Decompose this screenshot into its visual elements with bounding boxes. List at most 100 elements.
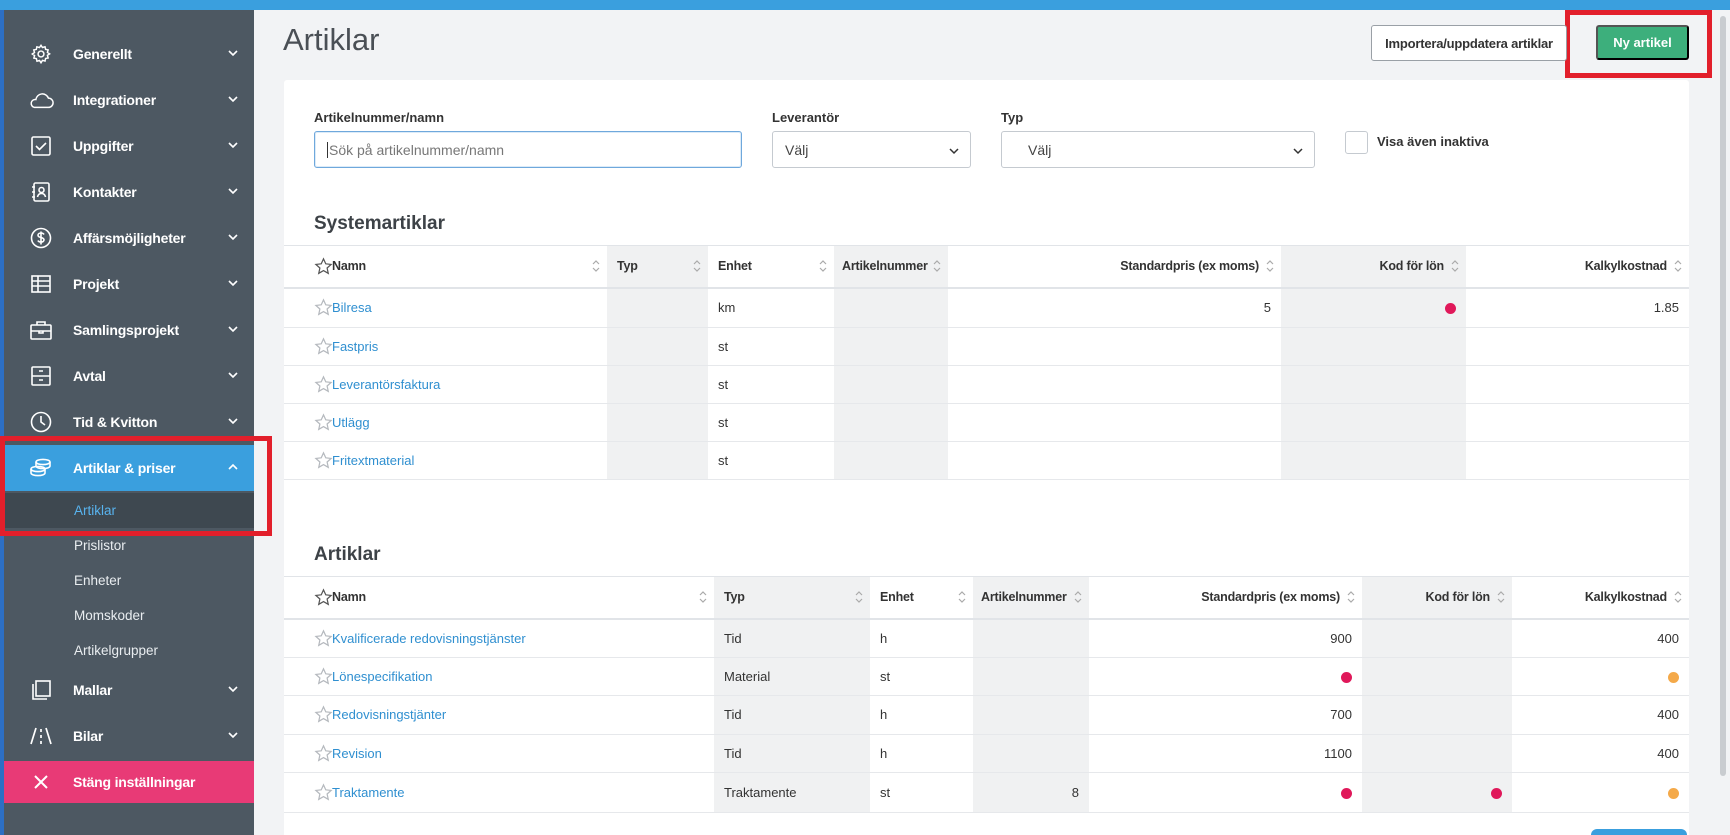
favorite-cell[interactable] (284, 772, 333, 813)
sidebar-item-mallar[interactable]: Mallar (4, 667, 254, 713)
type-label: Typ (1001, 110, 1024, 125)
name-cell[interactable]: Utlägg (322, 403, 607, 442)
name-cell[interactable]: Fritextmaterial (322, 441, 607, 480)
supplier-select[interactable]: Välj (772, 131, 971, 168)
sort-icon (1497, 591, 1505, 603)
sidebar-subitem-label: Artikelgrupper (74, 643, 159, 658)
name-cell-text[interactable]: Fastpris (332, 339, 378, 354)
table-icon (28, 272, 54, 296)
article-number-cell-text: 8 (1071, 785, 1079, 800)
table-row[interactable]: Traktamente Traktamente st 8 (284, 772, 1689, 813)
sidebar-item-tid-kvitton[interactable]: Tid & Kvitton (4, 399, 254, 445)
sidebar-subitem-artiklar[interactable]: Artiklar (4, 493, 254, 528)
column-header-kalkylkostnad[interactable]: Kalkylkostnad (1512, 576, 1689, 620)
table-row[interactable]: Redovisningstjänter Tid h 700 400 (284, 695, 1689, 735)
column-header-namn[interactable]: Namn (322, 245, 607, 289)
favorite-column-header[interactable] (284, 576, 333, 620)
name-cell-text[interactable]: Leverantörsfaktura (332, 377, 440, 392)
chevron-up-icon (228, 463, 238, 470)
sidebar-subitem-artikelgrupper[interactable]: Artikelgrupper (4, 633, 254, 668)
settings-sidebar: Generellt Integrationer Uppgifter Kontak… (4, 10, 254, 835)
column-header-standardpris[interactable]: Standardpris (ex moms) (1089, 576, 1362, 620)
name-cell-text[interactable]: Traktamente (332, 785, 405, 800)
sidebar-item-artiklar-priser[interactable]: Artiklar & priser (4, 445, 254, 491)
name-cell-text[interactable]: Utlägg (332, 415, 370, 430)
search-input[interactable]: Sök på artikelnummer/namn (314, 131, 742, 168)
name-cell-text[interactable]: Redovisningstjänter (332, 707, 446, 722)
name-cell[interactable]: Lönespecifikation (322, 657, 714, 696)
sidebar-subitem-enheter[interactable]: Enheter (4, 563, 254, 598)
column-header-artikelnummer[interactable]: Artikelnummer (973, 576, 1089, 620)
sidebar-item-affarsmojligheter[interactable]: Affärsmöjligheter (4, 215, 254, 261)
table-row[interactable]: Leverantörsfaktura st (284, 365, 1689, 404)
column-header-enhet[interactable]: Enhet (708, 245, 834, 289)
favorite-cell[interactable] (284, 365, 333, 404)
favorite-cell[interactable] (284, 403, 333, 442)
sidebar-subitem-label: Artiklar (74, 503, 117, 518)
name-cell-text[interactable]: Fritextmaterial (332, 453, 414, 468)
new-article-button[interactable]: Ny artikel (1596, 25, 1689, 60)
name-cell[interactable]: Redovisningstjänter (322, 695, 714, 735)
sidebar-item-generellt[interactable]: Generellt (4, 31, 254, 77)
cloud-icon (28, 88, 54, 112)
favorite-cell[interactable] (284, 327, 333, 366)
column-header-typ[interactable]: Typ (607, 245, 708, 289)
article-number-cell (834, 441, 948, 480)
favorite-column-header[interactable] (284, 245, 333, 289)
sidebar-item-avtal[interactable]: Avtal (4, 353, 254, 399)
calc-cost-cell (1466, 441, 1689, 480)
table-row[interactable]: Kvalificerade redovisningstjänster Tid h 90… (284, 618, 1689, 658)
calc-cost-cell (1512, 657, 1689, 696)
table-row[interactable]: Fritextmaterial st (284, 441, 1689, 480)
sidebar-subitem-momskoder[interactable]: Momskoder (4, 598, 254, 633)
price-cell-text: 900 (1330, 630, 1352, 646)
unit-cell: h (870, 618, 973, 658)
sort-icon (958, 591, 966, 603)
type-select[interactable]: Välj (1001, 131, 1315, 168)
sidebar-item-kontakter[interactable]: Kontakter (4, 169, 254, 215)
table-row[interactable]: Fastpris st (284, 327, 1689, 366)
name-cell[interactable]: Leverantörsfaktura (322, 365, 607, 404)
name-cell-text[interactable]: Kvalificerade redovisningstjänster (332, 631, 526, 646)
sidebar-item-bilar[interactable]: Bilar (4, 713, 254, 759)
column-header-artikelnummer[interactable]: Artikelnummer (834, 245, 948, 289)
name-cell[interactable]: Traktamente (322, 772, 714, 813)
column-header-namn[interactable]: Namn (322, 576, 714, 620)
column-header-typ[interactable]: Typ (714, 576, 870, 620)
scrollbar-thumb[interactable] (1720, 16, 1726, 776)
status-dot-orange (1668, 788, 1679, 800)
column-header-kalkylkostnad[interactable]: Kalkylkostnad (1466, 245, 1689, 289)
favorite-cell[interactable] (284, 618, 333, 658)
favorite-cell[interactable] (284, 695, 333, 735)
favorite-cell[interactable] (284, 734, 333, 773)
copy-icon (28, 678, 54, 702)
table-row[interactable]: Lönespecifikation Material st (284, 657, 1689, 696)
sidebar-item-uppgifter[interactable]: Uppgifter (4, 123, 254, 169)
articles-table: Namn Typ Enhet Artikelnummer Standardpri… (284, 576, 1689, 813)
sidebar-item-samlingsprojekt[interactable]: Samlingsprojekt (4, 307, 254, 353)
floating-help-button[interactable] (1591, 829, 1687, 835)
sidebar-item-projekt[interactable]: Projekt (4, 261, 254, 307)
sidebar-item-integrationer[interactable]: Integrationer (4, 77, 254, 123)
column-header-kod-for-lon[interactable]: Kod för lön (1281, 245, 1466, 289)
table-row[interactable]: Revision Tid h 1100 400 (284, 734, 1689, 773)
table-row[interactable]: Bilresa km 5 1.85 (284, 287, 1689, 328)
column-header-standardpris[interactable]: Standardpris (ex moms) (948, 245, 1281, 289)
import-articles-button[interactable]: Importera/uppdatera artiklar (1371, 25, 1567, 61)
name-cell-text[interactable]: Lönespecifikation (332, 669, 432, 684)
show-inactive-checkbox[interactable] (1345, 131, 1368, 154)
name-cell[interactable]: Bilresa (322, 287, 607, 328)
name-cell[interactable]: Kvalificerade redovisningstjänster (322, 618, 714, 658)
name-cell[interactable]: Revision (322, 734, 714, 773)
sidebar-subitem-prislistor[interactable]: Prislistor (4, 528, 254, 563)
favorite-cell[interactable] (284, 441, 333, 480)
column-header-enhet[interactable]: Enhet (870, 576, 973, 620)
table-row[interactable]: Utlägg st (284, 403, 1689, 442)
favorite-cell[interactable] (284, 287, 333, 328)
name-cell-text[interactable]: Revision (332, 746, 382, 761)
name-cell[interactable]: Fastpris (322, 327, 607, 366)
name-cell-text[interactable]: Bilresa (332, 300, 372, 315)
close-settings-button[interactable]: Stäng inställningar (4, 761, 254, 803)
column-header-kod-for-lon[interactable]: Kod för lön (1362, 576, 1512, 620)
favorite-cell[interactable] (284, 657, 333, 696)
